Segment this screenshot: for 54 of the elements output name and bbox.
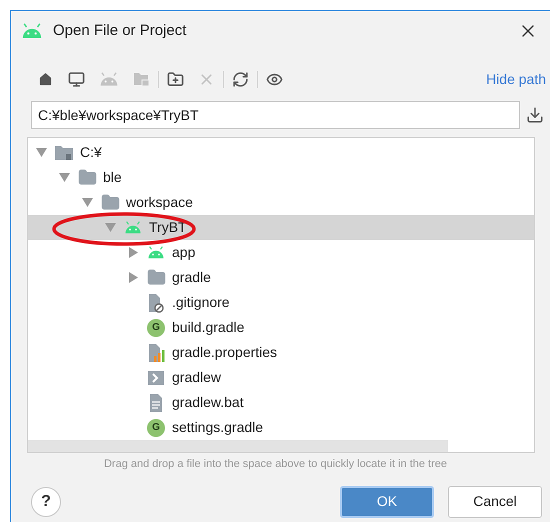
expanded-arrow-icon[interactable] — [82, 197, 94, 208]
tree-row[interactable]: workspace — [28, 190, 534, 215]
drive-icon — [54, 144, 74, 160]
cancel-button[interactable]: Cancel — [448, 486, 542, 518]
collapsed-arrow-icon[interactable] — [128, 272, 140, 283]
download-icon[interactable] — [526, 106, 544, 124]
tree-item-label: gradle.properties — [172, 343, 278, 362]
gradle-file-icon: G — [147, 418, 165, 436]
tree-row[interactable]: G build.gradle — [28, 315, 534, 340]
ignored-file-icon — [147, 292, 165, 312]
tree-row[interactable]: .gitignore — [28, 290, 534, 315]
tree-item-label: settings.gradle — [172, 418, 264, 437]
gradle-file-icon: G — [147, 318, 165, 336]
hide-path-link[interactable]: Hide path — [486, 68, 546, 90]
home-icon[interactable] — [37, 70, 54, 88]
tree-item-label: gradlew.bat — [172, 393, 244, 412]
new-folder-icon[interactable] — [167, 70, 184, 88]
window-title: Open File or Project — [53, 20, 188, 41]
hint-text: Drag and drop a file into the space above to quickly locate it in the tree — [102, 457, 448, 472]
tree-item-label: TryBT — [149, 217, 187, 238]
path-field[interactable]: C:¥ble¥workspace¥TryBT — [31, 101, 520, 129]
tree-row[interactable]: gradle.properties — [28, 340, 534, 365]
tree-row[interactable]: gradlew — [28, 365, 534, 390]
tree-item-label: C:¥ — [80, 143, 102, 162]
expanded-arrow-icon[interactable] — [59, 172, 71, 183]
folder-icon — [100, 193, 120, 212]
tree-item-label: gradlew — [172, 368, 222, 387]
tree-item-label: ble — [103, 168, 122, 187]
tree-item-label: workspace — [126, 193, 193, 212]
ok-button[interactable]: OK — [340, 486, 434, 518]
monitor-icon[interactable] — [68, 70, 85, 88]
tree-row[interactable]: C:¥ — [28, 140, 534, 165]
tree-row[interactable]: gradle — [28, 265, 534, 290]
refresh-icon[interactable] — [232, 70, 249, 88]
expanded-arrow-icon[interactable] — [36, 147, 48, 158]
android-icon — [124, 221, 142, 234]
tree-row[interactable]: G settings.gradle — [28, 415, 534, 440]
tree-row[interactable]: ble — [28, 165, 534, 190]
properties-file-icon — [147, 342, 165, 362]
collapsed-arrow-icon[interactable] — [128, 247, 140, 258]
android-icon — [147, 246, 165, 259]
tree-item-label: app — [172, 243, 196, 262]
tree-row[interactable]: app — [28, 240, 534, 265]
android-logo-icon — [21, 23, 43, 39]
folder-icon — [146, 268, 166, 287]
tree-row[interactable]: gradlew.bat — [28, 390, 534, 415]
tree-item-label: gradle — [172, 268, 211, 287]
tree-item-label: build.gradle — [172, 318, 244, 337]
expanded-arrow-icon[interactable] — [105, 222, 117, 233]
script-file-icon — [147, 370, 165, 386]
text-file-icon — [149, 392, 163, 412]
help-button[interactable]: ? — [31, 486, 61, 516]
tree-item-label: .gitignore — [172, 293, 230, 312]
folder-icon — [78, 168, 96, 187]
